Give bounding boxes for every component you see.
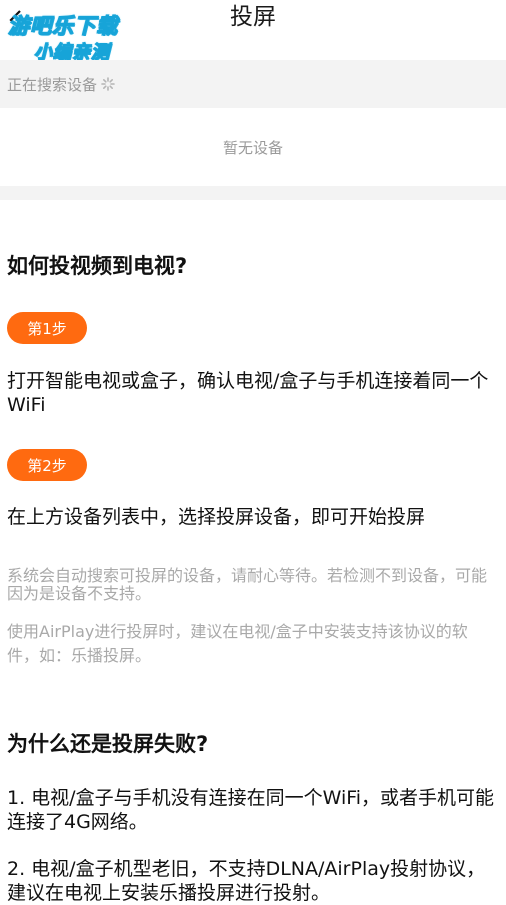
step2-badge: 第2步 — [7, 449, 87, 481]
faq-item-1: 1. 电视/盒子与手机没有连接在同一个WiFi，或者手机可能连接了4G网络。 — [7, 787, 495, 833]
watermark-logo: 游吧乐下载 小编亲测 — [6, 10, 146, 63]
section-divider — [0, 186, 506, 200]
guide-heading: 如何投视频到电视? — [7, 254, 188, 278]
step1-text: 打开智能电视或盒子，确认电视/盒子与手机连接着同一个WiFi — [7, 370, 489, 416]
search-status-text: 正在搜索设备 — [7, 75, 98, 94]
step1-badge: 第1步 — [7, 312, 87, 344]
faq-item-2: 2. 电视/盒子机型老旧，不支持DLNA/AirPlay投射协议，建议在电视上安… — [7, 858, 486, 904]
note-airplay: 使用AirPlay进行投屏时，建议在电视/盒子中安装支持该协议的软件，如：乐播投… — [7, 622, 468, 665]
note-auto-search: 系统会自动搜索可投屏的设备，请耐心等待。若检测不到设备，可能因为是设备不支持。 — [7, 566, 488, 603]
step2-text: 在上方设备列表中，选择投屏设备，即可开始投屏 — [7, 506, 426, 528]
empty-state-text: 暂无设备 — [222, 138, 283, 157]
device-list-empty: 暂无设备 — [0, 108, 506, 186]
loading-spinner-icon — [101, 77, 115, 91]
faq-heading: 为什么还是投屏失败? — [7, 732, 209, 756]
watermark-line1: 游吧乐下载 — [7, 13, 118, 38]
device-search-bar: 正在搜索设备 — [0, 60, 506, 108]
